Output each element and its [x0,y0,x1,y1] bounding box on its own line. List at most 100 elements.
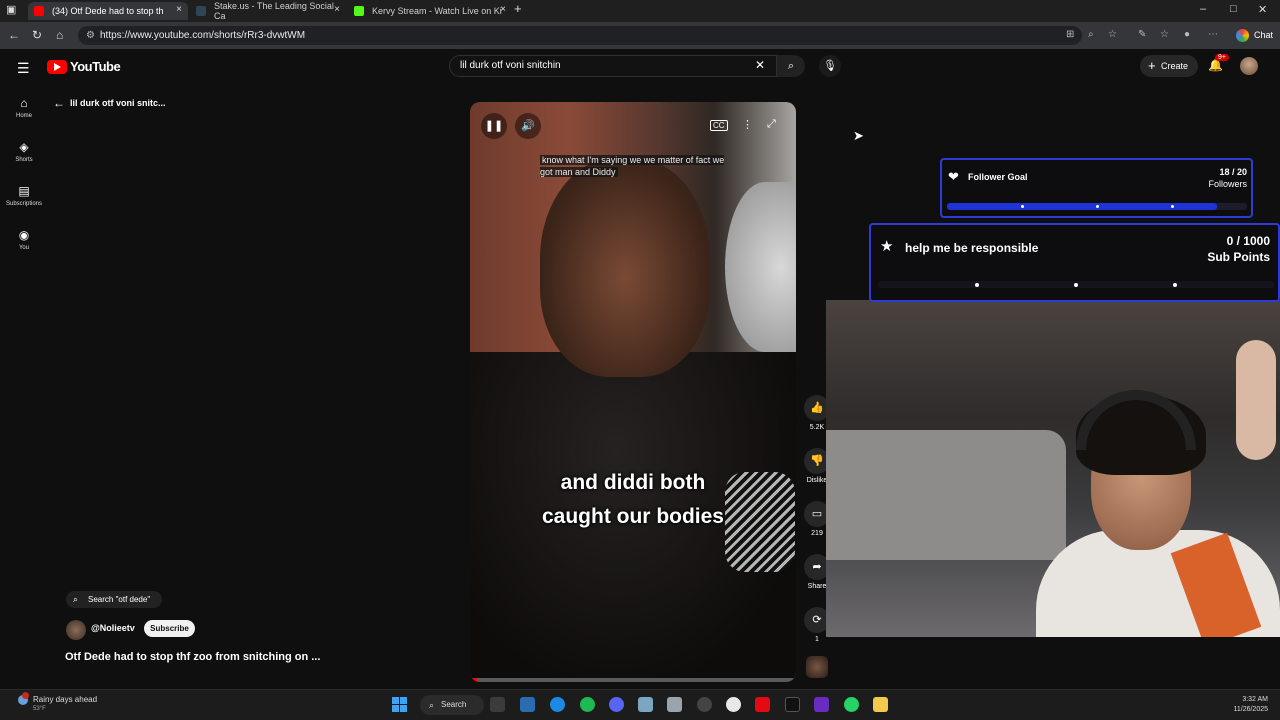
star-icon: ★ [880,238,894,255]
copilot-icon [1236,29,1249,42]
taskbar-search[interactable]: ⌕ Search [420,695,484,715]
guide-item-you[interactable]: ◉ You [0,228,48,251]
back-icon[interactable]: ← [8,28,20,42]
windows-logo-icon [400,697,407,704]
you-icon: ◉ [18,228,30,242]
search-icon: ⌕ [429,700,435,710]
volume-icon: 🔊 [521,120,535,132]
copilot-chat-button[interactable]: Chat [1232,26,1276,45]
goal-marker [1171,205,1174,208]
volume-button[interactable]: 🔊 [515,113,541,139]
video-progress-track[interactable] [470,678,796,682]
browser-tab-stake[interactable]: Stake.us - The Leading Social Ca × [190,1,346,21]
browser-toolbar: ← ↻ ⌂ ⚙ https://www.youtube.com/shorts/r… [0,22,1280,49]
sound-thumbnail[interactable] [806,656,828,678]
burned-in-subtitle: and diddi both caught our bodies [541,471,724,528]
browser-tab-kick[interactable]: Kervy Stream - Watch Live on Ki × [348,2,512,20]
pause-button[interactable]: ❚❚ [481,113,507,139]
app-icon[interactable] [667,697,682,712]
site-info-icon[interactable]: ⚙ [86,26,95,45]
start-button[interactable] [392,697,408,713]
shorts-video-player[interactable]: ❚❚ 🔊 CC ⋮ ⤢ know what I'm saying we we m… [470,102,796,682]
search-input[interactable]: lil durk otf voni snitchin [449,55,777,77]
favorites-icon[interactable]: ☆ [1160,29,1169,40]
tab-close-icon[interactable]: × [176,4,182,15]
create-button[interactable]: + Create [1140,55,1198,77]
account-avatar[interactable] [1240,57,1258,75]
subscribe-button[interactable]: Subscribe [144,620,195,637]
goal-marker [1021,205,1024,208]
mouse-cursor-icon: ➤ [853,128,864,143]
new-tab-button[interactable]: + [514,1,522,16]
create-label: Create [1161,61,1189,71]
fullscreen-icon[interactable]: ⤢ [767,118,776,131]
webcam-overlay [826,300,1280,637]
tab-label: Kervy Stream - Watch Live on Ki [372,6,502,16]
discord-icon[interactable] [609,697,624,712]
youtube-logo-icon[interactable] [47,60,67,74]
reload-icon[interactable]: ↻ [32,28,42,42]
follower-goal-widget: ❤ Follower Goal 18 / 20 Followers [940,158,1253,218]
weather-temperature: 53°F [33,706,46,712]
youtube-logo-text[interactable]: YouTube [70,59,121,74]
clear-search-icon[interactable]: ✕ [755,58,765,72]
system-clock[interactable]: 3:32 AM 11/26/2025 [1222,695,1268,715]
file-app-icon[interactable] [520,697,535,712]
bookmark-star-icon[interactable]: ☆ [1108,29,1117,40]
youtube-favicon-icon [34,6,44,16]
zoom-icon[interactable]: ⌕ [1088,29,1094,40]
tab-close-icon[interactable]: × [500,4,506,15]
follower-goal-bar [947,203,1247,210]
extension-icon[interactable]: ✎ [1138,29,1146,40]
profile-icon[interactable]: ● [1184,29,1190,40]
app-icon[interactable] [638,697,653,712]
search-icon: ⌕ [73,594,79,604]
channel-avatar[interactable] [66,620,86,640]
search-button[interactable]: ⌕ [777,55,805,77]
search-suggestion-chip[interactable]: ⌕ Search "otf dede" [66,591,162,608]
taskbar-search-label: Search [441,700,467,709]
voice-search-button[interactable]: 🎙 [819,55,841,77]
channel-name[interactable]: @Nolieetv [91,623,135,633]
minimize-button[interactable]: – [1200,3,1206,15]
shorts-icon: ◈ [19,140,29,154]
sub-goal-widget: ★ help me be responsible 0 / 1000 Sub Po… [869,223,1280,302]
kick-favicon-icon [354,6,364,16]
windows-logo-icon [392,705,399,712]
webcam-background [826,430,1066,560]
app-install-icon[interactable]: ⊞ [1066,29,1074,40]
more-options-icon[interactable]: ⋮ [742,118,753,131]
guide-label: You [18,245,30,251]
back-arrow-icon[interactable]: ← [53,96,65,110]
browser-more-icon[interactable]: ⋯ [1208,29,1218,40]
search-chip-label: Search "otf dede" [88,595,151,604]
guide-item-home[interactable]: ⌂ Home [0,96,48,119]
video-title[interactable]: Otf Dede had to stop thf zoo from snitch… [65,651,320,663]
music-app-icon[interactable] [726,697,741,712]
hamburger-menu-icon[interactable]: ☰ [17,60,30,77]
browser-tab-youtube[interactable]: (34) Otf Dede had to stop th × [28,2,188,20]
home-icon[interactable]: ⌂ [56,28,63,42]
tab-close-icon[interactable]: × [334,4,340,15]
guide-item-shorts[interactable]: ◈ Shorts [0,140,48,163]
netflix-icon[interactable] [755,697,770,712]
whatsapp-icon[interactable] [844,697,859,712]
captions-button[interactable]: CC [710,120,728,131]
maximize-button[interactable]: □ [1230,3,1237,15]
edge-browser-icon[interactable] [550,697,565,712]
sub-goal-bar [878,281,1274,288]
mail-app-icon[interactable] [785,697,800,712]
guide-item-subscriptions[interactable]: ▤ Subscriptions [0,184,48,207]
close-window-button[interactable]: ✕ [1258,3,1267,16]
browser-tab-strip: ▣ (34) Otf Dede had to stop th × Stake.u… [0,0,1280,22]
browser-menu-icon[interactable]: ▣ [6,3,16,16]
app-icon[interactable] [814,697,829,712]
address-bar[interactable]: ⚙ https://www.youtube.com/shorts/rRr3-dv… [78,26,1082,45]
app-icon[interactable] [697,697,712,712]
task-view-icon[interactable] [490,697,505,712]
file-explorer-icon[interactable] [873,697,888,712]
windows-logo-icon [392,697,399,704]
spotify-icon[interactable] [580,697,595,712]
home-icon: ⌂ [20,96,28,110]
weather-text[interactable]: Rainy days ahead [33,695,97,704]
